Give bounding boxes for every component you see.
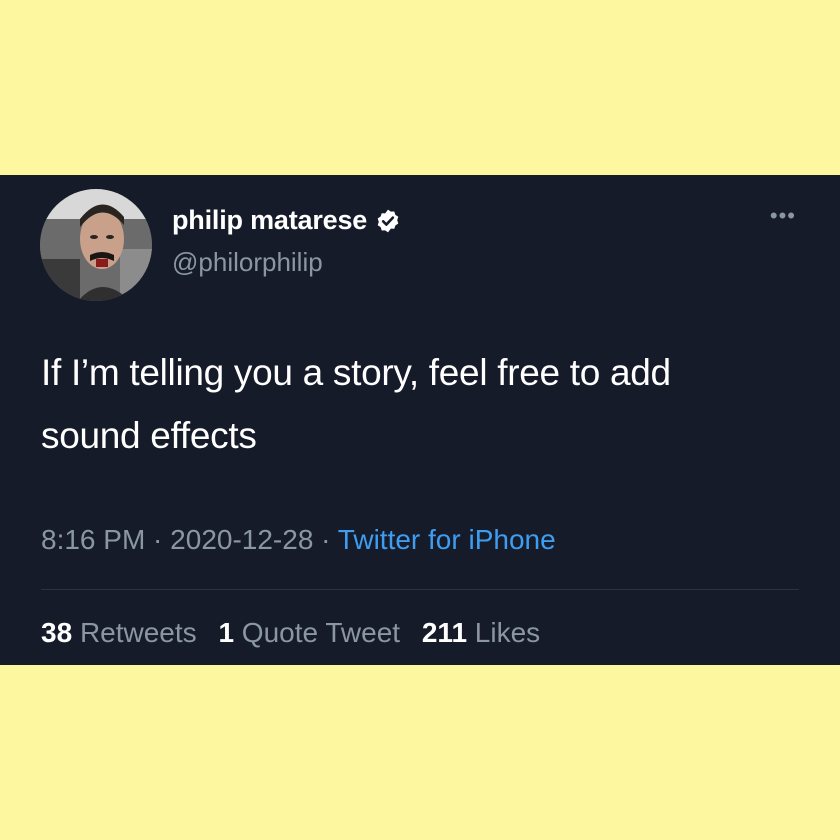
tweet-card: philip matarese @philorphilip ••• If I’m…	[0, 175, 840, 665]
verified-badge-icon	[375, 208, 401, 234]
more-options-icon[interactable]: •••	[770, 205, 796, 227]
likes-stat[interactable]: 211 Likes	[422, 617, 540, 648]
quote-tweets-count: 1	[218, 617, 235, 648]
meta-separator: ·	[145, 524, 171, 555]
retweets-label: Retweets	[79, 617, 197, 648]
tweet-time[interactable]: 8:16 PM	[41, 524, 145, 555]
quote-tweets-stat[interactable]: 1 Quote Tweet	[218, 617, 400, 648]
tweet-source-link[interactable]: Twitter for iPhone	[338, 524, 556, 555]
tweet-date[interactable]: 2020-12-28	[170, 524, 313, 555]
author-display-name[interactable]: philip matarese	[172, 205, 367, 236]
avatar-image	[40, 189, 152, 301]
page-frame: philip matarese @philorphilip ••• If I’m…	[0, 0, 840, 840]
author-name-row: philip matarese	[172, 205, 401, 236]
likes-label: Likes	[474, 617, 541, 648]
tweet-text-line-1: If I’m telling you a story, feel free to…	[41, 352, 671, 393]
divider	[41, 589, 799, 590]
meta-separator: ·	[313, 524, 338, 555]
tweet-stats: 38 Retweets 1 Quote Tweet 211 Likes	[41, 617, 554, 649]
avatar[interactable]	[40, 189, 152, 301]
tweet-text-line-2: sound effects	[41, 415, 257, 456]
tweet-text: If I’m telling you a story, feel free to…	[41, 341, 811, 467]
quote-tweets-label: Quote Tweet	[241, 617, 401, 648]
retweets-count: 38	[41, 617, 73, 648]
tweet-meta: 8:16 PM · 2020-12-28 · Twitter for iPhon…	[41, 524, 556, 556]
retweets-stat[interactable]: 38 Retweets	[41, 617, 197, 648]
likes-count: 211	[421, 617, 468, 648]
author-handle[interactable]: @philorphilip	[172, 247, 323, 278]
